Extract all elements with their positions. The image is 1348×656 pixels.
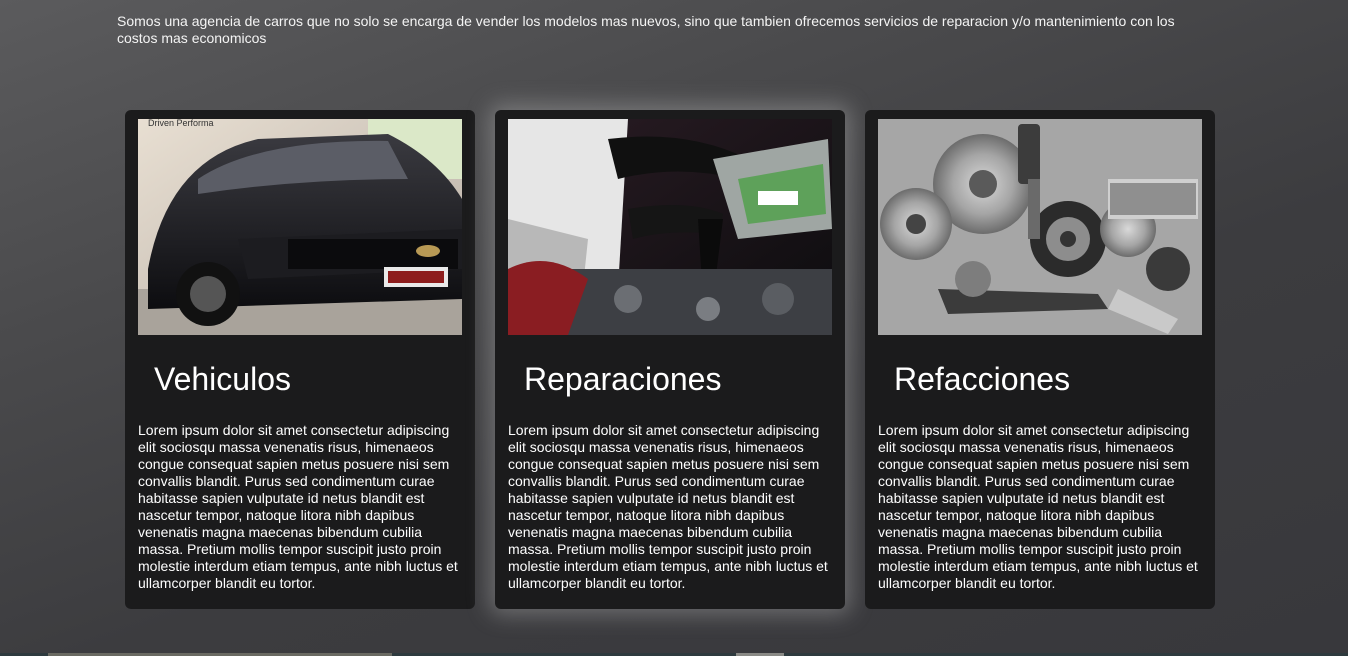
card-text-vehiculos: Lorem ipsum dolor sit amet consectetur a… [138,422,458,591]
card-reparaciones[interactable]: Reparaciones Lorem ipsum dolor sit amet … [495,110,845,609]
card-image-car: Driven Performa [138,119,462,335]
card-image-parts [878,119,1202,335]
card-title-reparaciones: Reparaciones [524,361,722,397]
card-vehiculos[interactable]: Driven Performa Vehiculos Lorem ipsum do… [125,110,475,609]
car-image-caption: Driven Performa [148,119,214,128]
card-text-reparaciones: Lorem ipsum dolor sit amet consectetur a… [508,422,828,591]
card-title-refacciones: Refacciones [894,361,1071,397]
intro-text: Somos una agencia de carros que no solo … [117,13,1175,46]
card-image-mechanic [508,119,832,335]
card-text-refacciones: Lorem ipsum dolor sit amet consectetur a… [878,422,1198,591]
card-refacciones[interactable]: Refacciones Lorem ipsum dolor sit amet c… [865,110,1215,609]
card-title-vehiculos: Vehiculos [154,361,291,397]
